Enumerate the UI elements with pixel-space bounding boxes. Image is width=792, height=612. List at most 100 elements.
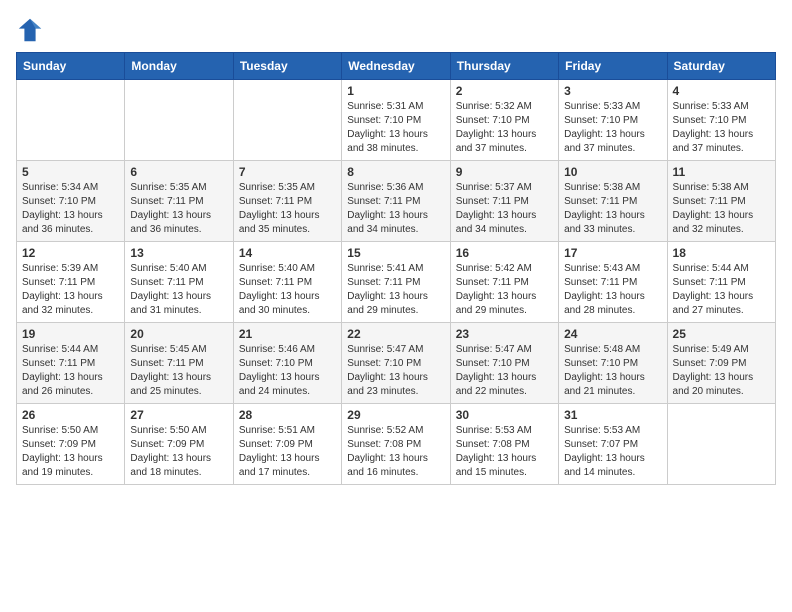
day-info: Sunrise: 5:47 AM Sunset: 7:10 PM Dayligh… — [456, 343, 553, 399]
calendar-cell: 11 Sunrise: 5:38 AM Sunset: 7:11 PM Dayli… — [667, 161, 775, 242]
calendar-cell: 21 Sunrise: 5:46 AM Sunset: 7:10 PM Dayli… — [233, 323, 341, 404]
calendar-cell: 28Sunrise: 5:51 AM Sunset: 7:09 PM Dayli… — [233, 404, 341, 485]
day-number: 20 — [130, 327, 227, 341]
calendar-cell — [125, 80, 233, 161]
day-info: Sunrise: 5:35 AM Sunset: 7:11 PM Dayligh… — [130, 181, 227, 237]
logo — [16, 16, 48, 44]
day-info: Sunrise: 5:50 AM Sunset: 7:09 PM Dayligh… — [22, 424, 119, 480]
day-info: Sunrise: 5:38 AM Sunset: 7:11 PM Dayligh… — [673, 181, 770, 237]
calendar-cell: 24Sunrise: 5:48 AM Sunset: 7:10 PM Dayli… — [559, 323, 667, 404]
calendar-cell: 23 Sunrise: 5:47 AM Sunset: 7:10 PM Dayli… — [450, 323, 558, 404]
day-number: 19 — [22, 327, 119, 341]
calendar-cell: 26 Sunrise: 5:50 AM Sunset: 7:09 PM Dayli… — [17, 404, 125, 485]
calendar-week-row: 1 Sunrise: 5:31 AM Sunset: 7:10 PM Daylig… — [17, 80, 776, 161]
day-info: Sunrise: 5:51 AM Sunset: 7:09 PM Dayligh… — [239, 424, 336, 480]
calendar-cell: 13Sunrise: 5:40 AM Sunset: 7:11 PM Dayli… — [125, 242, 233, 323]
calendar-cell: 30 Sunrise: 5:53 AM Sunset: 7:08 PM Dayli… — [450, 404, 558, 485]
calendar-table: SundayMondayTuesdayWednesdayThursdayFrid… — [16, 52, 776, 485]
calendar-cell: 5 Sunrise: 5:34 AM Sunset: 7:10 PM Daylig… — [17, 161, 125, 242]
calendar-cell: 29Sunrise: 5:52 AM Sunset: 7:08 PM Dayli… — [342, 404, 450, 485]
day-number: 5 — [22, 165, 119, 179]
weekday-header-tuesday: Tuesday — [233, 53, 341, 80]
day-number: 17 — [564, 246, 661, 260]
day-info: Sunrise: 5:36 AM Sunset: 7:11 PM Dayligh… — [347, 181, 444, 237]
calendar-cell: 3 Sunrise: 5:33 AM Sunset: 7:10 PM Daylig… — [559, 80, 667, 161]
page-header — [16, 16, 776, 44]
day-number: 6 — [130, 165, 227, 179]
day-number: 8 — [347, 165, 444, 179]
weekday-header-thursday: Thursday — [450, 53, 558, 80]
day-number: 13 — [130, 246, 227, 260]
calendar-cell — [667, 404, 775, 485]
day-info: Sunrise: 5:44 AM Sunset: 7:11 PM Dayligh… — [673, 262, 770, 318]
day-info: Sunrise: 5:31 AM Sunset: 7:10 PM Dayligh… — [347, 100, 444, 156]
calendar-week-row: 5 Sunrise: 5:34 AM Sunset: 7:10 PM Daylig… — [17, 161, 776, 242]
day-number: 2 — [456, 84, 553, 98]
calendar-cell: 6 Sunrise: 5:35 AM Sunset: 7:11 PM Daylig… — [125, 161, 233, 242]
day-info: Sunrise: 5:37 AM Sunset: 7:11 PM Dayligh… — [456, 181, 553, 237]
calendar-cell: 25 Sunrise: 5:49 AM Sunset: 7:09 PM Dayli… — [667, 323, 775, 404]
day-number: 26 — [22, 408, 119, 422]
day-info: Sunrise: 5:41 AM Sunset: 7:11 PM Dayligh… — [347, 262, 444, 318]
logo-icon — [16, 16, 44, 44]
day-info: Sunrise: 5:47 AM Sunset: 7:10 PM Dayligh… — [347, 343, 444, 399]
calendar-cell: 9 Sunrise: 5:37 AM Sunset: 7:11 PM Daylig… — [450, 161, 558, 242]
weekday-header-monday: Monday — [125, 53, 233, 80]
day-info: Sunrise: 5:49 AM Sunset: 7:09 PM Dayligh… — [673, 343, 770, 399]
calendar-cell: 12 Sunrise: 5:39 AM Sunset: 7:11 PM Dayli… — [17, 242, 125, 323]
calendar-cell: 1 Sunrise: 5:31 AM Sunset: 7:10 PM Daylig… — [342, 80, 450, 161]
day-info: Sunrise: 5:53 AM Sunset: 7:08 PM Dayligh… — [456, 424, 553, 480]
day-info: Sunrise: 5:43 AM Sunset: 7:11 PM Dayligh… — [564, 262, 661, 318]
calendar-week-row: 19 Sunrise: 5:44 AM Sunset: 7:11 PM Dayli… — [17, 323, 776, 404]
weekday-header-saturday: Saturday — [667, 53, 775, 80]
calendar-cell: 17 Sunrise: 5:43 AM Sunset: 7:11 PM Dayli… — [559, 242, 667, 323]
day-number: 16 — [456, 246, 553, 260]
calendar-cell: 4Sunrise: 5:33 AM Sunset: 7:10 PM Daylig… — [667, 80, 775, 161]
day-number: 15 — [347, 246, 444, 260]
day-info: Sunrise: 5:34 AM Sunset: 7:10 PM Dayligh… — [22, 181, 119, 237]
day-info: Sunrise: 5:38 AM Sunset: 7:11 PM Dayligh… — [564, 181, 661, 237]
calendar-cell: 14 Sunrise: 5:40 AM Sunset: 7:11 PM Dayli… — [233, 242, 341, 323]
day-info: Sunrise: 5:42 AM Sunset: 7:11 PM Dayligh… — [456, 262, 553, 318]
day-number: 14 — [239, 246, 336, 260]
day-info: Sunrise: 5:39 AM Sunset: 7:11 PM Dayligh… — [22, 262, 119, 318]
day-info: Sunrise: 5:35 AM Sunset: 7:11 PM Dayligh… — [239, 181, 336, 237]
day-info: Sunrise: 5:46 AM Sunset: 7:10 PM Dayligh… — [239, 343, 336, 399]
day-number: 1 — [347, 84, 444, 98]
day-number: 27 — [130, 408, 227, 422]
calendar-week-row: 12 Sunrise: 5:39 AM Sunset: 7:11 PM Dayli… — [17, 242, 776, 323]
weekday-header-sunday: Sunday — [17, 53, 125, 80]
day-number: 22 — [347, 327, 444, 341]
day-info: Sunrise: 5:40 AM Sunset: 7:11 PM Dayligh… — [239, 262, 336, 318]
day-number: 11 — [673, 165, 770, 179]
day-number: 9 — [456, 165, 553, 179]
calendar-cell: 8 Sunrise: 5:36 AM Sunset: 7:11 PM Daylig… — [342, 161, 450, 242]
calendar-cell: 27 Sunrise: 5:50 AM Sunset: 7:09 PM Dayli… — [125, 404, 233, 485]
day-number: 18 — [673, 246, 770, 260]
calendar-week-row: 26 Sunrise: 5:50 AM Sunset: 7:09 PM Dayli… — [17, 404, 776, 485]
calendar-cell: 15 Sunrise: 5:41 AM Sunset: 7:11 PM Dayli… — [342, 242, 450, 323]
calendar-cell: 19 Sunrise: 5:44 AM Sunset: 7:11 PM Dayli… — [17, 323, 125, 404]
weekday-header-wednesday: Wednesday — [342, 53, 450, 80]
day-info: Sunrise: 5:45 AM Sunset: 7:11 PM Dayligh… — [130, 343, 227, 399]
day-number: 31 — [564, 408, 661, 422]
day-info: Sunrise: 5:33 AM Sunset: 7:10 PM Dayligh… — [564, 100, 661, 156]
calendar-cell: 2Sunrise: 5:32 AM Sunset: 7:10 PM Daylig… — [450, 80, 558, 161]
day-info: Sunrise: 5:44 AM Sunset: 7:11 PM Dayligh… — [22, 343, 119, 399]
calendar-cell: 10Sunrise: 5:38 AM Sunset: 7:11 PM Dayli… — [559, 161, 667, 242]
day-number: 12 — [22, 246, 119, 260]
calendar-cell: 22 Sunrise: 5:47 AM Sunset: 7:10 PM Dayli… — [342, 323, 450, 404]
day-number: 23 — [456, 327, 553, 341]
calendar-cell — [233, 80, 341, 161]
day-number: 24 — [564, 327, 661, 341]
calendar-cell: 31Sunrise: 5:53 AM Sunset: 7:07 PM Dayli… — [559, 404, 667, 485]
weekday-header-friday: Friday — [559, 53, 667, 80]
day-number: 25 — [673, 327, 770, 341]
day-number: 21 — [239, 327, 336, 341]
day-info: Sunrise: 5:50 AM Sunset: 7:09 PM Dayligh… — [130, 424, 227, 480]
day-number: 3 — [564, 84, 661, 98]
day-number: 29 — [347, 408, 444, 422]
day-number: 30 — [456, 408, 553, 422]
day-info: Sunrise: 5:33 AM Sunset: 7:10 PM Dayligh… — [673, 100, 770, 156]
calendar-cell: 20 Sunrise: 5:45 AM Sunset: 7:11 PM Dayli… — [125, 323, 233, 404]
